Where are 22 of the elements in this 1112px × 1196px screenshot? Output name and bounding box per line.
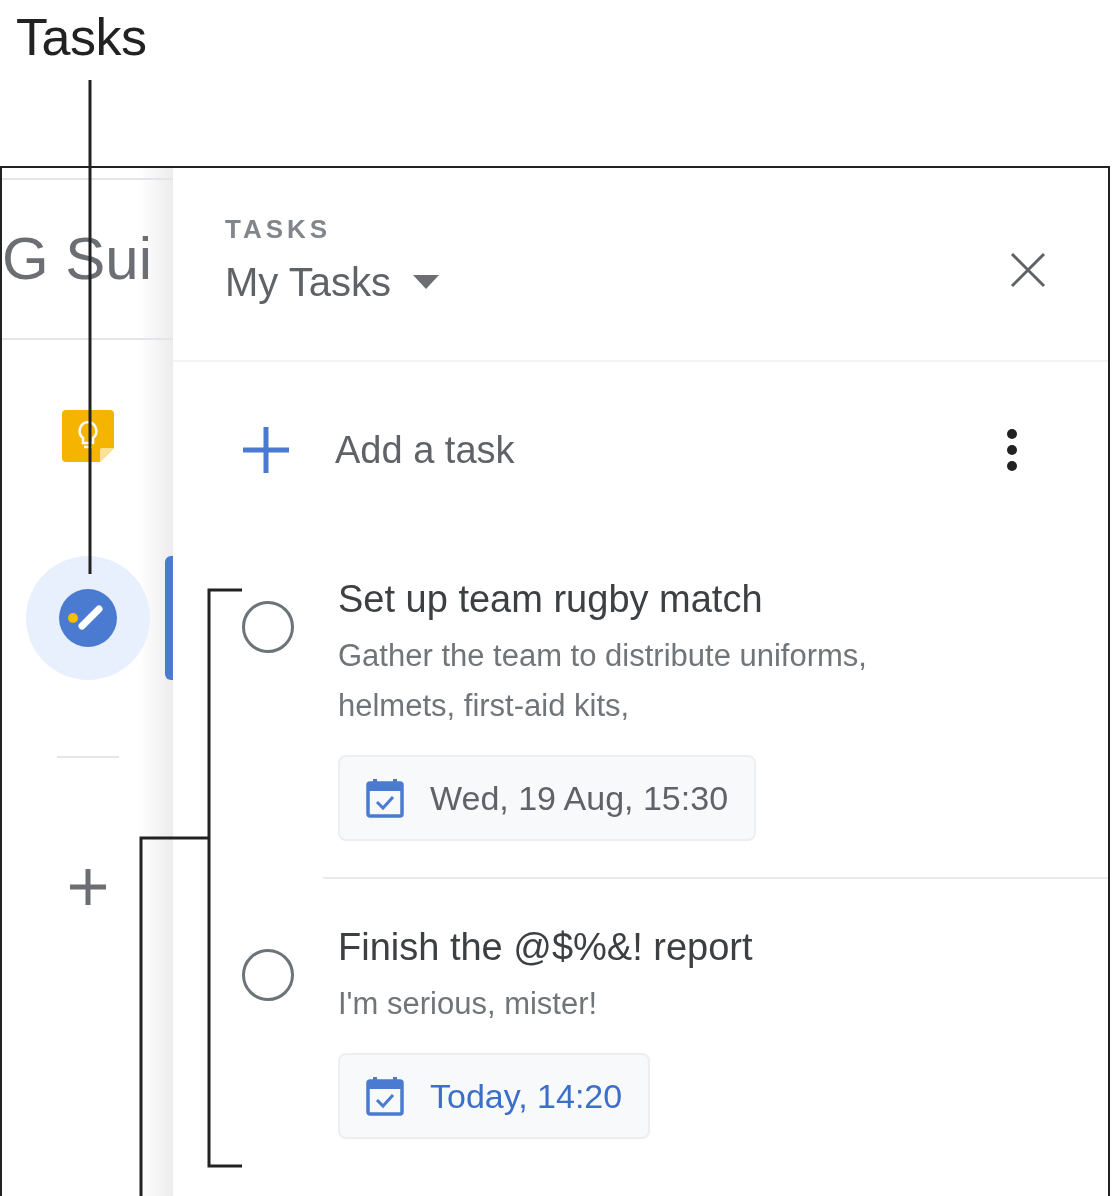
task-title: Finish the @$%&! report	[338, 925, 753, 969]
tasks-icon	[58, 589, 117, 647]
calendar-icon	[366, 1076, 404, 1116]
add-task-button[interactable]: Add a task	[243, 426, 515, 473]
plus-icon	[243, 426, 289, 473]
kebab-menu-icon	[1006, 427, 1018, 472]
lightbulb-note-icon	[61, 410, 114, 462]
task-checkbox[interactable]	[242, 601, 294, 653]
list-selector[interactable]: My Tasks	[225, 262, 439, 302]
caret-icon	[412, 275, 439, 289]
task-notes: I'm serious, mister!	[338, 985, 599, 1023]
task-notes: Gather the team to distribute uniforms, helmets, first-aid kits,	[338, 637, 868, 725]
plus-icon	[67, 867, 108, 907]
due-date-chip[interactable]: Wed, 19 Aug, 15:30	[338, 755, 757, 841]
task-checkbox[interactable]	[242, 949, 294, 1001]
close-icon	[1010, 252, 1046, 288]
calendar-icon	[366, 778, 404, 818]
callout-label: Tasks	[16, 8, 147, 66]
panel-label: TASKS	[225, 216, 333, 242]
due-date-chip[interactable]: Today, 14:20	[338, 1053, 651, 1139]
task-title: Set up team rugby match	[338, 577, 763, 621]
close-button[interactable]	[1008, 250, 1048, 290]
